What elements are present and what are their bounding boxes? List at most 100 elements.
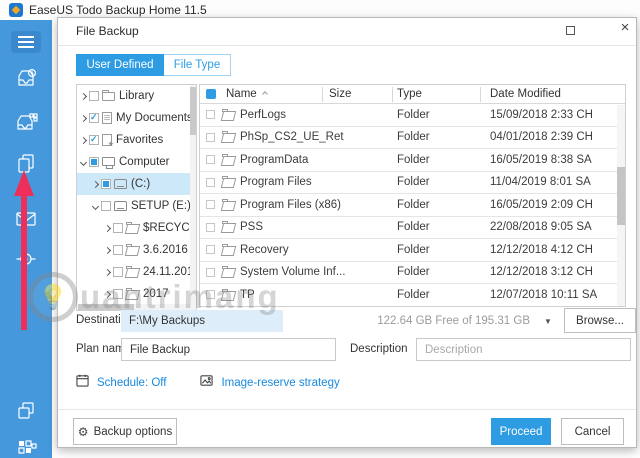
file-table: Name Size Type Date Modified PerfLogs Fo…	[199, 84, 626, 307]
maximize-icon[interactable]	[566, 26, 575, 35]
cell-type: Folder	[397, 243, 430, 256]
clone-icon[interactable]	[14, 400, 38, 422]
checkbox-checked[interactable]	[89, 112, 99, 123]
tree-item-24-11-201[interactable]: 24.11.201	[77, 261, 196, 283]
tab-user-defined[interactable]: User Defined	[76, 54, 164, 76]
tree-item-label: $RECYCLI	[143, 222, 197, 234]
destination-field[interactable]: F:\My Backups	[121, 310, 283, 332]
menu-icon[interactable]	[11, 31, 41, 53]
plan-name-input[interactable]	[121, 338, 336, 361]
column-header-size[interactable]: Size	[329, 88, 351, 100]
tree-item-label: 2017	[143, 288, 169, 300]
tree-item-library[interactable]: Library	[77, 85, 196, 107]
chevron-right-icon[interactable]	[103, 290, 112, 298]
table-row[interactable]: ProgramData Folder 16/05/2019 8:38 SA	[200, 149, 625, 172]
disk-backup-icon[interactable]	[14, 112, 38, 134]
folder-open-icon	[222, 288, 235, 300]
folder-open-icon	[222, 153, 235, 165]
cell-name: ProgramData	[240, 153, 309, 166]
browse-to-recover-icon[interactable]	[14, 248, 38, 270]
table-row[interactable]: PhSp_CS2_UE_Ret Folder 04/01/2018 2:39 C…	[200, 127, 625, 149]
checkbox[interactable]	[89, 91, 99, 101]
schedule-link[interactable]: Schedule: Off	[97, 377, 166, 389]
checkbox-partial[interactable]	[101, 179, 111, 189]
cell-date: 04/01/2018 2:39 CH	[490, 131, 593, 144]
backup-options-button[interactable]: ⚙ Backup options	[73, 418, 177, 445]
checkbox-partial[interactable]	[89, 157, 99, 167]
chevron-right-icon[interactable]	[103, 246, 112, 254]
image-reserve-link[interactable]: Image-reserve strategy	[221, 377, 339, 389]
checkbox-checked[interactable]	[89, 134, 99, 145]
table-row[interactable]: Program Files (x86) Folder 16/05/2019 2:…	[200, 194, 625, 217]
cell-date: 22/08/2018 9:05 SA	[490, 221, 592, 234]
tree-item-label: My Documents	[116, 112, 193, 124]
checkbox[interactable]	[206, 267, 215, 277]
checkbox[interactable]	[113, 245, 123, 255]
select-all-checkbox[interactable]	[206, 89, 216, 99]
cell-type: Folder	[397, 176, 430, 189]
chevron-right-icon[interactable]	[91, 180, 100, 188]
checkbox[interactable]	[206, 245, 215, 255]
checkbox[interactable]	[206, 132, 215, 142]
chevron-right-icon[interactable]	[103, 268, 112, 276]
chevron-down-icon[interactable]	[91, 202, 100, 210]
cell-name: PSS	[240, 221, 264, 234]
proceed-button[interactable]: Proceed	[491, 418, 551, 445]
table-row[interactable]: PerfLogs Folder 15/09/2018 2:33 CH	[200, 104, 625, 127]
table-row[interactable]: Recovery Folder 12/12/2018 4:12 CH	[200, 239, 625, 262]
folder-open-icon	[222, 243, 235, 255]
cell-name: PerfLogs	[240, 108, 287, 121]
table-vertical-scrollbar[interactable]	[617, 105, 625, 306]
tab-file-type[interactable]: File Type	[164, 54, 231, 76]
cell-type: Folder	[397, 131, 430, 144]
column-header-type[interactable]: Type	[397, 88, 422, 100]
description-input[interactable]	[416, 338, 631, 361]
destination-dropdown-icon[interactable]: ▼	[540, 310, 556, 332]
checkbox[interactable]	[101, 201, 111, 211]
cell-type: Folder	[397, 288, 430, 301]
checkbox[interactable]	[206, 155, 215, 165]
checkbox[interactable]	[206, 290, 215, 300]
cell-date: 12/12/2018 3:12 CH	[490, 266, 593, 279]
cell-name: System Volume Inf...	[240, 266, 346, 279]
tools-icon[interactable]	[14, 436, 38, 458]
table-row[interactable]: Program Files Folder 11/04/2019 8:01 SA	[200, 172, 625, 194]
checkbox[interactable]	[206, 222, 215, 232]
tree-item-recycle[interactable]: $RECYCLI	[77, 217, 196, 239]
column-header-name[interactable]: Name	[226, 88, 268, 100]
chevron-right-icon[interactable]	[79, 114, 88, 122]
checkbox[interactable]	[113, 289, 123, 299]
cancel-button[interactable]: Cancel	[561, 418, 624, 445]
tree-item-2017[interactable]: 2017	[77, 283, 196, 305]
checkbox[interactable]	[206, 177, 215, 187]
file-backup-icon[interactable]	[14, 153, 38, 175]
checkbox[interactable]	[206, 110, 215, 120]
system-backup-icon[interactable]	[14, 68, 38, 90]
checkbox[interactable]	[113, 267, 123, 277]
column-header-date-modified[interactable]: Date Modified	[490, 88, 561, 100]
footer-divider	[58, 409, 636, 410]
table-row[interactable]: PSS Folder 22/08/2018 9:05 SA	[200, 217, 625, 239]
cell-name: Recovery	[240, 243, 289, 256]
tree-vertical-scrollbar[interactable]	[190, 85, 196, 310]
chevron-right-icon[interactable]	[79, 92, 88, 100]
chevron-down-icon[interactable]	[79, 158, 88, 166]
tree-item-computer[interactable]: Computer	[77, 151, 196, 173]
tree-item-c-drive[interactable]: (C:)	[77, 173, 196, 195]
chevron-right-icon[interactable]	[79, 136, 88, 144]
tree-item-setup-e-drive[interactable]: SETUP (E:)	[77, 195, 196, 217]
table-row[interactable]: System Volume Inf... Folder 12/12/2018 3…	[200, 262, 625, 284]
tree-item-3-6-2016[interactable]: 3.6.2016	[77, 239, 196, 261]
cell-type: Folder	[397, 108, 430, 121]
close-icon[interactable]: ×	[616, 19, 634, 37]
mail-backup-icon[interactable]	[14, 208, 38, 230]
table-row[interactable]: TP Folder 12/07/2018 10:11 SA	[200, 284, 625, 306]
checkbox[interactable]	[206, 200, 215, 210]
tree-item-my-documents[interactable]: My Documents	[77, 107, 196, 129]
tree-item-label: Computer	[119, 156, 170, 168]
chevron-right-icon[interactable]	[103, 224, 112, 232]
browse-button[interactable]: Browse...	[564, 308, 636, 333]
cell-date: 12/07/2018 10:11 SA	[490, 288, 598, 301]
tree-item-favorites[interactable]: Favorites	[77, 129, 196, 151]
checkbox[interactable]	[113, 223, 123, 233]
